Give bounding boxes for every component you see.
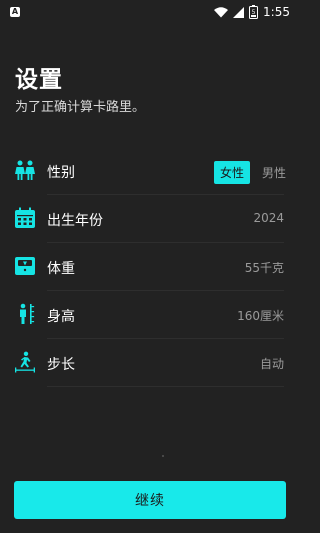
gender-icon	[15, 160, 35, 180]
birth-year-value: 2024	[253, 211, 284, 225]
height-label: 身高	[47, 309, 75, 325]
decorative-dot	[162, 455, 164, 457]
scale-icon	[15, 257, 35, 275]
settings-list: 性别 女性 男性 出生年份 2024 体重 55千克 身高 160厘米 步长 自…	[0, 147, 300, 387]
weight-label: 体重	[47, 261, 75, 277]
signal-icon	[233, 6, 245, 18]
divider	[47, 386, 284, 387]
continue-button[interactable]: 继续	[14, 481, 286, 519]
status-time: 1:55	[263, 5, 290, 19]
stride-label: 步长	[47, 357, 75, 373]
battery-level: 5	[252, 9, 256, 16]
calendar-icon	[15, 207, 35, 228]
stride-icon	[15, 351, 35, 373]
page-subtitle: 为了正确计算卡路里。	[15, 100, 146, 115]
gender-option-male[interactable]: 男性	[262, 161, 286, 184]
settings-row-stride[interactable]: 步长 自动	[0, 339, 300, 387]
weight-value: 55千克	[244, 261, 284, 275]
text-notification-icon: A	[10, 7, 20, 17]
birth-year-label: 出生年份	[47, 213, 103, 229]
settings-row-birth-year[interactable]: 出生年份 2024	[0, 195, 300, 243]
wifi-icon	[214, 6, 229, 17]
settings-row-height[interactable]: 身高 160厘米	[0, 291, 300, 339]
gender-toggle: 女性 男性	[213, 161, 286, 184]
height-icon	[20, 303, 35, 324]
battery-icon: 5	[249, 5, 259, 19]
page-title: 设置	[15, 67, 63, 93]
gender-option-female[interactable]: 女性	[213, 161, 250, 184]
stride-value: 自动	[259, 357, 284, 371]
height-value: 160厘米	[237, 309, 284, 323]
settings-row-weight[interactable]: 体重 55千克	[0, 243, 300, 291]
gender-label: 性别	[47, 165, 75, 181]
status-bar: A 5 1:55	[0, 0, 300, 24]
settings-row-gender: 性别 女性 男性	[0, 147, 300, 195]
